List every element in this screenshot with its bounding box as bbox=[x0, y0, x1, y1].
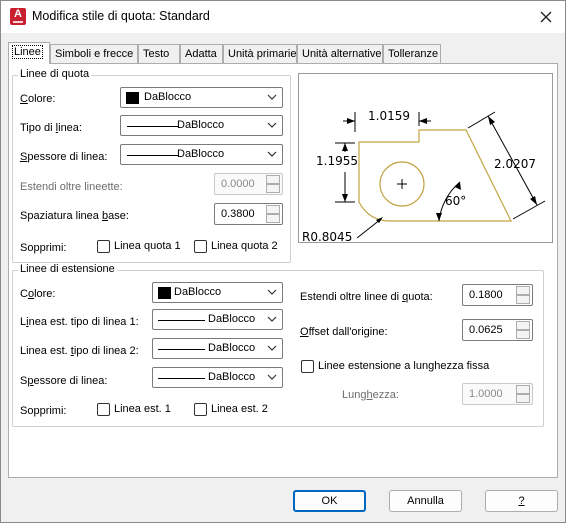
dim-linetype-select[interactable]: DaBlocco bbox=[120, 115, 283, 136]
chevron-down-icon bbox=[267, 151, 277, 157]
chevron-down-icon bbox=[267, 94, 277, 100]
chevron-down-icon bbox=[267, 289, 277, 295]
ok-button[interactable]: OK bbox=[293, 490, 366, 512]
lineweight-sample bbox=[158, 378, 205, 379]
preview-radius: R0.8045 bbox=[302, 230, 352, 242]
tab-simboli-frecce[interactable]: Simboli e frecce bbox=[50, 44, 138, 63]
ext-offset-value: 0.0625 bbox=[469, 324, 503, 336]
preview-dim-left: 1.1955 bbox=[316, 154, 358, 168]
spin-down-icon bbox=[266, 184, 280, 193]
group-title-ext-lines: Linee di estensione bbox=[18, 263, 117, 275]
ext-lt1-select[interactable]: DaBlocco bbox=[152, 309, 283, 330]
dim-suppress-label: Sopprimi: bbox=[20, 242, 67, 254]
autocad-app-icon: A bbox=[10, 8, 26, 25]
help-button[interactable]: ? bbox=[485, 490, 558, 512]
preview-drawing: 1.0159 1.1955 2.0207 60° R0.8045 bbox=[302, 109, 546, 242]
spin-up-icon[interactable] bbox=[516, 321, 530, 330]
checkbox-box[interactable] bbox=[97, 403, 110, 416]
ext-offset-label: Offset dall'origine: bbox=[300, 326, 388, 338]
ext-lt2-label: Linea est. tipo di linea 2: bbox=[20, 345, 139, 357]
ext-lt1-value: DaBlocco bbox=[208, 313, 256, 325]
dim-extend-label: Estendi oltre lineette: bbox=[20, 181, 123, 193]
dim-lineweight-label: Spessore di linea: bbox=[20, 151, 108, 163]
spin-down-icon bbox=[516, 394, 530, 403]
ext-length-label: Lunghezza: bbox=[342, 389, 399, 401]
ext-extend-stepper[interactable]: 0.1800 bbox=[462, 284, 533, 306]
color-swatch bbox=[126, 92, 139, 104]
ext-lineweight-label: Spessore di linea: bbox=[20, 375, 108, 387]
spin-up-icon bbox=[516, 385, 530, 394]
close-icon bbox=[540, 11, 552, 23]
color-swatch bbox=[158, 287, 171, 299]
preview-dim-right: 2.0207 bbox=[494, 157, 536, 171]
spin-up-icon[interactable] bbox=[516, 286, 530, 295]
ext-length-stepper: 1.0000 bbox=[462, 383, 533, 405]
dim-baseline-stepper[interactable]: 0.3800 bbox=[214, 203, 283, 225]
ext-color-value: DaBlocco bbox=[174, 286, 222, 298]
checkbox-box[interactable] bbox=[194, 240, 207, 253]
close-button[interactable] bbox=[531, 4, 561, 30]
dialog-window: A Modifica stile di quota: Standard Line… bbox=[0, 0, 566, 523]
cancel-button[interactable]: Annulla bbox=[389, 490, 462, 512]
dim-extend-stepper: 0.0000 bbox=[214, 173, 283, 195]
linetype-sample bbox=[158, 320, 205, 321]
preview-angle: 60° bbox=[445, 194, 466, 208]
dimension-preview: 1.0159 1.1955 2.0207 60° R0.8045 bbox=[298, 73, 553, 243]
dim-color-select[interactable]: DaBlocco bbox=[120, 87, 283, 108]
tab-testo[interactable]: Testo bbox=[138, 44, 180, 63]
dim-lineweight-value: DaBlocco bbox=[177, 148, 225, 160]
tab-adatta[interactable]: Adatta bbox=[180, 44, 223, 63]
ext-lt2-select[interactable]: DaBlocco bbox=[152, 338, 283, 359]
checkbox-box[interactable] bbox=[194, 403, 207, 416]
tab-unita-alternative[interactable]: Unità alternative bbox=[297, 44, 383, 63]
ext-color-label: Colore: bbox=[20, 288, 56, 300]
dim-baseline-value: 0.3800 bbox=[221, 208, 255, 220]
ext-suppress-label: Sopprimi: bbox=[20, 405, 67, 417]
spin-up-icon bbox=[266, 175, 280, 184]
tab-linee[interactable]: Linee bbox=[8, 42, 50, 64]
checkbox-box[interactable] bbox=[301, 360, 314, 373]
linetype-sample bbox=[127, 126, 179, 127]
tab-tolleranze[interactable]: Tolleranze bbox=[383, 44, 441, 63]
ext-extend-label: Estendi oltre linee di quota: bbox=[300, 291, 433, 303]
ext-length-value: 1.0000 bbox=[469, 388, 503, 400]
window-title: Modifica stile di quota: Standard bbox=[32, 9, 210, 23]
spin-up-icon[interactable] bbox=[266, 205, 280, 214]
chevron-down-icon bbox=[267, 316, 277, 322]
dim-extend-value: 0.0000 bbox=[221, 178, 255, 190]
ext-offset-stepper[interactable]: 0.0625 bbox=[462, 319, 533, 341]
ext-color-select[interactable]: DaBlocco bbox=[152, 282, 283, 303]
chevron-down-icon bbox=[267, 374, 277, 380]
dim-baseline-label: Spaziatura linea base: bbox=[20, 210, 129, 222]
spin-down-icon[interactable] bbox=[266, 214, 280, 223]
dim-linetype-label: Tipo di linea: bbox=[20, 122, 82, 134]
ext-lineweight-value: DaBlocco bbox=[208, 371, 256, 383]
dim-color-value: DaBlocco bbox=[144, 91, 192, 103]
linetype-sample bbox=[158, 349, 205, 350]
tab-unita-primarie[interactable]: Unità primarie bbox=[223, 44, 297, 63]
spin-down-icon[interactable] bbox=[516, 330, 530, 339]
dim-color-label: Colore: bbox=[20, 93, 56, 105]
dim-lineweight-select[interactable]: DaBlocco bbox=[120, 144, 283, 165]
lineweight-sample bbox=[127, 155, 179, 156]
preview-dim-top: 1.0159 bbox=[368, 109, 410, 123]
ext-lineweight-select[interactable]: DaBlocco bbox=[152, 367, 283, 388]
checkbox-box[interactable] bbox=[97, 240, 110, 253]
ext-lt1-label: Linea est. tipo di linea 1: bbox=[20, 316, 139, 328]
group-title-dim-lines: Linee di quota bbox=[18, 68, 92, 80]
title-bar: A Modifica stile di quota: Standard bbox=[1, 1, 565, 33]
chevron-down-icon bbox=[267, 345, 277, 351]
ext-lt2-value: DaBlocco bbox=[208, 342, 256, 354]
ext-extend-value: 0.1800 bbox=[469, 289, 503, 301]
spin-down-icon[interactable] bbox=[516, 295, 530, 304]
dim-linetype-value: DaBlocco bbox=[177, 119, 225, 131]
chevron-down-icon bbox=[267, 122, 277, 128]
tab-panel-linee: Linee di quota Colore: DaBlocco Tipo di … bbox=[8, 63, 558, 478]
